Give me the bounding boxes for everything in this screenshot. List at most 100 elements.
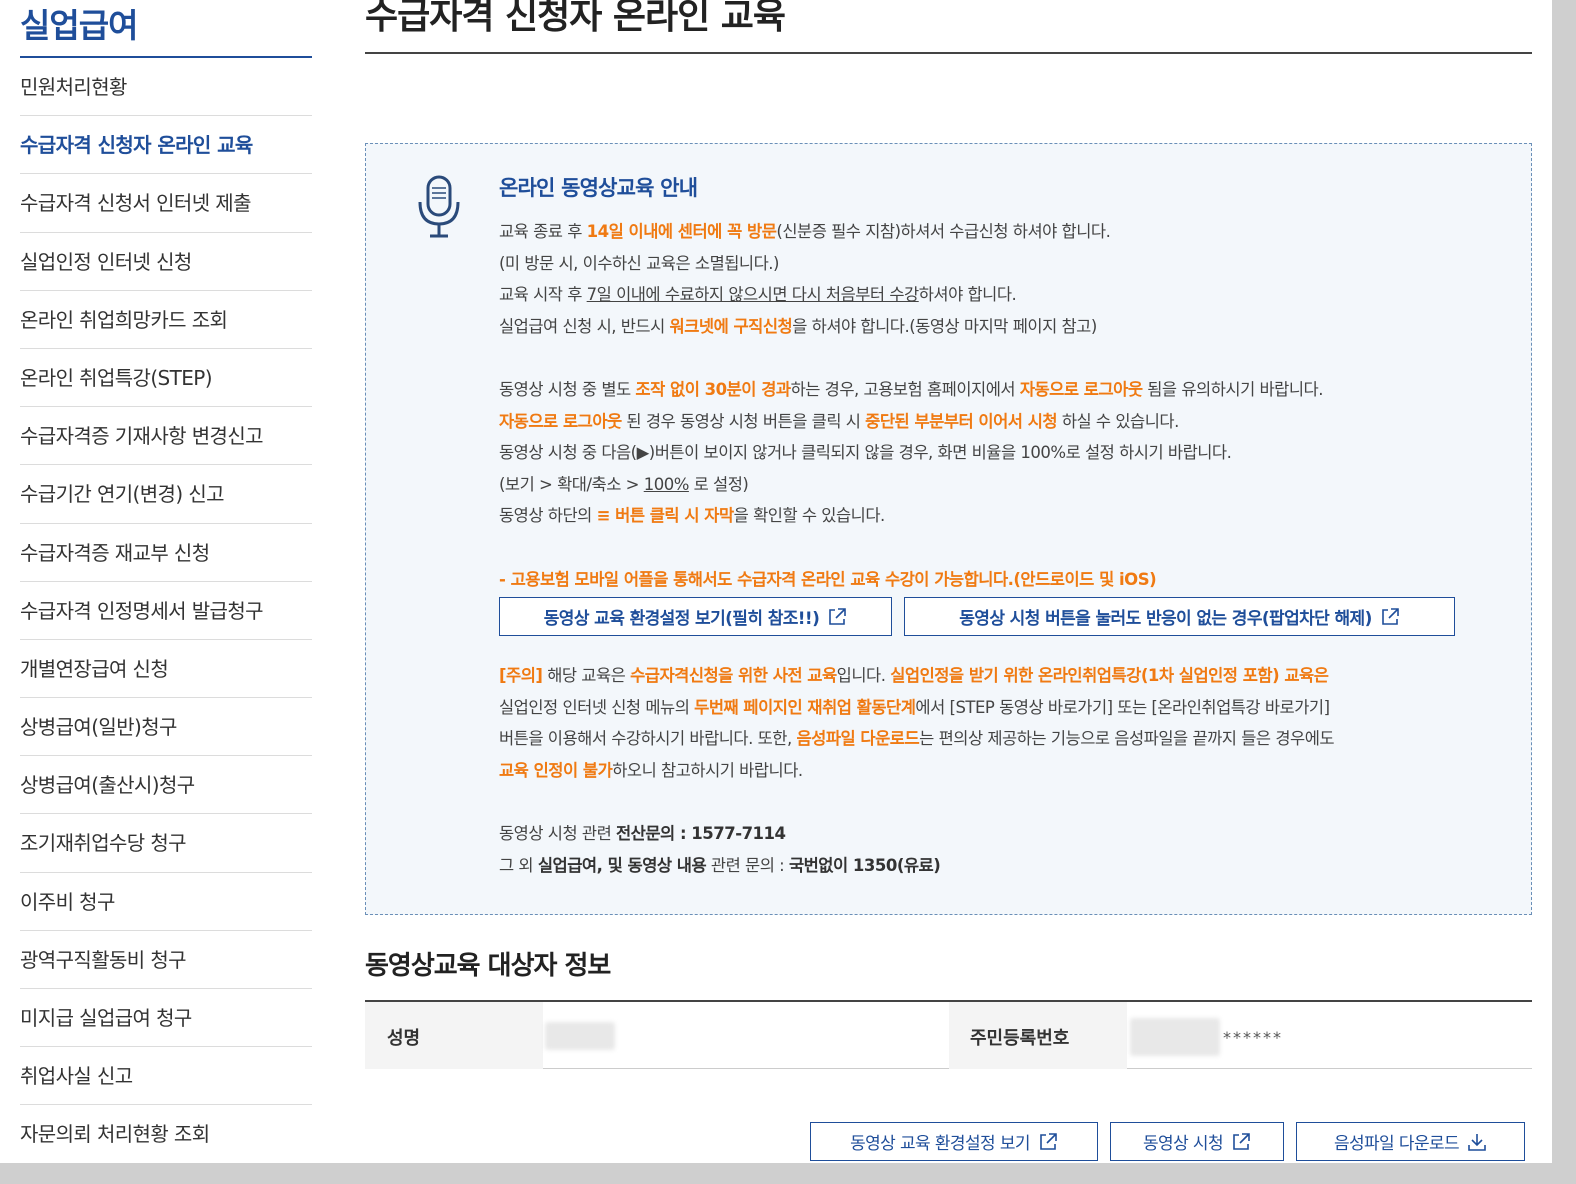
text: (보기 > 확대/축소 > xyxy=(499,474,644,494)
info-line: 동영상 시청 중 별도 조작 없이 30분이 경과하는 경우, 고용보험 홈페이… xyxy=(499,374,1509,406)
mobile-note: - 고용보험 모바일 어플을 통해서도 수급자격 온라인 교육 수강이 가능합니… xyxy=(499,569,1157,589)
text: 된 경우 동영상 시청 버튼을 클릭 시 xyxy=(621,411,866,431)
audio-download-button[interactable]: 음성파일 다운로드 xyxy=(1296,1122,1525,1161)
watch-video-button[interactable]: 동영상 시청 xyxy=(1110,1122,1284,1161)
rrn-label: 주민등록번호 xyxy=(970,1028,1070,1049)
caution-line: [주의] 해당 교육은 수급자격신청을 위한 사전 교육입니다. 실업인정을 받… xyxy=(499,660,1509,692)
page: 실업급여 민원처리현황 수급자격 신청자 온라인 교육 수급자격 신청서 인터넷 제… xyxy=(0,0,1552,1163)
info-line: (보기 > 확대/축소 > 100% 로 설정) xyxy=(499,469,1509,501)
sidebar-item[interactable]: 상병급여(일반)청구 xyxy=(20,698,312,757)
sidebar-item[interactable]: 온라인 취업특강(STEP) xyxy=(20,349,312,408)
sidebar-item[interactable]: 조기재취업수당 청구 xyxy=(20,814,312,873)
text: 을 하셔야 합니다.(동영상 마지막 페이지 참고) xyxy=(792,316,1097,336)
sidebar-item[interactable]: 수급자격증 기재사항 변경신고 xyxy=(20,407,312,466)
underlined-text: 100% xyxy=(643,474,690,494)
text: 하실 수 있습니다. xyxy=(1057,411,1180,431)
underlined-text: 7일 이내에 수료하지 않으시면 다시 처음부터 수강 xyxy=(586,285,920,304)
text: 실업급여 신청 시, 반드시 xyxy=(499,316,670,336)
external-link-icon xyxy=(1233,1132,1250,1150)
sidebar-title: 실업급여 xyxy=(20,0,312,58)
highlight-text: 중단된 부분부터 이어서 시청 xyxy=(865,411,1058,431)
text: 동영상 시청 관련 xyxy=(499,824,616,843)
highlight-text: 실업인정을 받기 위한 온라인취업특강(1차 실업인정 포함) 교육은 xyxy=(890,666,1329,685)
bold-text: 실업급여, 및 동영상 내용 xyxy=(537,855,707,875)
highlight-text: ≡ 버튼 클릭 시 자막 xyxy=(596,506,735,525)
text: 하는 경우, 고용보험 홈페이지에서 xyxy=(790,380,1020,399)
info-line: 실업급여 신청 시, 반드시 워크넷에 구직신청을 하셔야 합니다.(동영상 마… xyxy=(499,311,1509,343)
sidebar-item[interactable]: 광역구직활동비 청구 xyxy=(20,931,312,989)
env-settings-button[interactable]: 동영상 교육 환경설정 보기(필히 참조!!) xyxy=(499,597,892,636)
info-line: 동영상 하단의 ≡ 버튼 클릭 시 자막을 확인할 수 있습니다. xyxy=(499,500,1509,532)
text: 됨을 유의하시기 바랍니다. xyxy=(1142,380,1323,399)
sidebar-item[interactable]: 수급기간 연기(변경) 신고 xyxy=(20,465,312,524)
phone-text: 국번없이 1350(유료) xyxy=(788,855,941,875)
button-label: 동영상 교육 환경설정 보기(필히 참조!!) xyxy=(543,609,820,629)
highlight-text: 교육 인정이 불가 xyxy=(499,760,613,780)
contact-line: 동영상 시청 관련 전산문의 : 1577-7114 xyxy=(499,818,1509,850)
page-title: 수급자격 신청자 온라인 교육 xyxy=(365,0,1532,54)
highlight-text: 14일 이내에 센터에 꼭 방문 xyxy=(586,222,777,241)
microphone-icon xyxy=(418,175,460,238)
env-settings-view-button[interactable]: 동영상 교육 환경설정 보기 xyxy=(810,1122,1098,1161)
highlight-text: 두번째 페이지인 재취업 활동단계 xyxy=(694,697,916,717)
subject-info-title: 동영상교육 대상자 정보 xyxy=(365,951,611,981)
info-box: 온라인 동영상교육 안내 교육 종료 후 14일 이내에 센터에 꼭 방문(신분… xyxy=(365,143,1532,915)
text: 동영상 시청 중 별도 xyxy=(499,380,636,399)
popup-unblock-button[interactable]: 동영상 시청 버튼을 눌러도 반응이 없는 경우(팝업차단 해제) xyxy=(904,597,1455,636)
text: 관련 문의 : xyxy=(706,855,789,875)
text: 버튼을 이용해서 수강하시기 바랍니다. 또한, xyxy=(499,729,797,748)
info-line: 자동으로 로그아웃 된 경우 동영상 시청 버튼을 클릭 시 중단된 부분부터 … xyxy=(499,406,1509,438)
caution-line: 실업인정 인터넷 신청 메뉴의 두번째 페이지인 재취업 활동단계에서 [STE… xyxy=(499,692,1509,724)
highlight-text: 자동으로 로그아웃 xyxy=(499,411,622,431)
rrn-masked-value: ****** xyxy=(1223,1028,1283,1047)
caution-label: [주의] xyxy=(499,666,543,685)
sidebar-item[interactable]: 실업인정 인터넷 신청 xyxy=(20,233,312,291)
sidebar-item[interactable]: 개별연장급여 신청 xyxy=(20,640,312,699)
text: 는 편의상 제공하는 기능으로 음성파일을 끝까지 들은 경우에도 xyxy=(919,729,1335,748)
sidebar-item[interactable]: 미지급 실업급여 청구 xyxy=(20,989,312,1048)
rrn-front-masked xyxy=(1130,1018,1220,1056)
sidebar-item[interactable]: 수급자격증 재교부 신청 xyxy=(20,524,312,582)
sidebar-item[interactable]: 온라인 취업희망카드 조회 xyxy=(20,291,312,349)
button-label: 음성파일 다운로드 xyxy=(1333,1134,1460,1154)
info-heading: 온라인 동영상교육 안내 xyxy=(499,176,698,200)
highlight-text: 수급자격신청을 위한 사전 교육 xyxy=(630,666,837,685)
bottom-button-row: 동영상 교육 환경설정 보기 동영상 시청 음성파일 다운로드 xyxy=(810,1122,1525,1161)
text: (신분증 필수 지참)하셔서 수급신청 하셔야 합니다. xyxy=(776,222,1111,241)
highlight-text: 워크넷에 구직신청 xyxy=(669,316,793,336)
download-icon xyxy=(1468,1133,1486,1151)
text: 동영상 하단의 xyxy=(499,506,597,525)
button-label: 동영상 시청 xyxy=(1142,1134,1224,1154)
sidebar-menu: 민원처리현황 수급자격 신청자 온라인 교육 수급자격 신청서 인터넷 제출 실업인정… xyxy=(20,58,312,1163)
external-link-icon xyxy=(1381,607,1399,625)
text: 하셔야 합니다. xyxy=(918,285,1017,304)
text: 을 확인할 수 있습니다. xyxy=(733,506,886,525)
external-link-icon xyxy=(1040,1132,1057,1150)
name-label: 성명 xyxy=(387,1028,421,1049)
sidebar-item[interactable]: 수급자격 신청자 온라인 교육 xyxy=(20,116,312,175)
sidebar-item[interactable]: 취업사실 신고 xyxy=(20,1047,312,1106)
info-line: 교육 시작 후 7일 이내에 수료하지 않으시면 다시 처음부터 수강하셔야 합… xyxy=(499,279,1509,311)
text: 교육 시작 후 xyxy=(499,285,587,304)
text: 로 설정) xyxy=(688,474,749,494)
text: 입니다. xyxy=(836,666,891,685)
sidebar-item[interactable]: 이주비 청구 xyxy=(20,873,312,931)
info-line: (미 방문 시, 이수하신 교육은 소멸됩니다.) xyxy=(499,253,779,273)
main-content: 수급자격 신청자 온라인 교육 온라인 동영상교육 안내 교육 종료 후 14일… xyxy=(365,0,1532,1161)
sidebar-item[interactable]: 민원처리현황 xyxy=(20,58,312,117)
phone-text: 전산문의 : 1577-7114 xyxy=(616,824,786,843)
info-line: 동영상 시청 중 다음(▶)버튼이 보이지 않거나 클릭되지 않을 경우, 화면… xyxy=(499,443,1232,462)
contact-line: 그 외 실업급여, 및 동영상 내용 관련 문의 : 국번없이 1350(유료) xyxy=(499,850,1509,882)
text: 해당 교육은 xyxy=(542,666,631,685)
sidebar-item[interactable]: 상병급여(출산시)청구 xyxy=(20,756,312,815)
info-content: 온라인 동영상교육 안내 교육 종료 후 14일 이내에 센터에 꼭 방문(신분… xyxy=(499,172,1509,881)
sidebar: 실업급여 민원처리현황 수급자격 신청자 온라인 교육 수급자격 신청서 인터넷 제… xyxy=(20,0,312,1163)
sidebar-item[interactable]: 수급자격 신청서 인터넷 제출 xyxy=(20,174,312,233)
text: 교육 종료 후 xyxy=(499,222,587,241)
highlight-text: 음성파일 다운로드 xyxy=(796,729,920,748)
external-link-icon xyxy=(829,607,847,625)
sidebar-item[interactable]: 자문의뢰 처리현황 조회 xyxy=(20,1105,312,1163)
sidebar-item[interactable]: 수급자격 인정명세서 발급청구 xyxy=(20,582,312,640)
button-label: 동영상 교육 환경설정 보기 xyxy=(850,1134,1030,1154)
info-line: 교육 종료 후 14일 이내에 센터에 꼭 방문(신분증 필수 지참)하셔서 수… xyxy=(499,216,1509,248)
